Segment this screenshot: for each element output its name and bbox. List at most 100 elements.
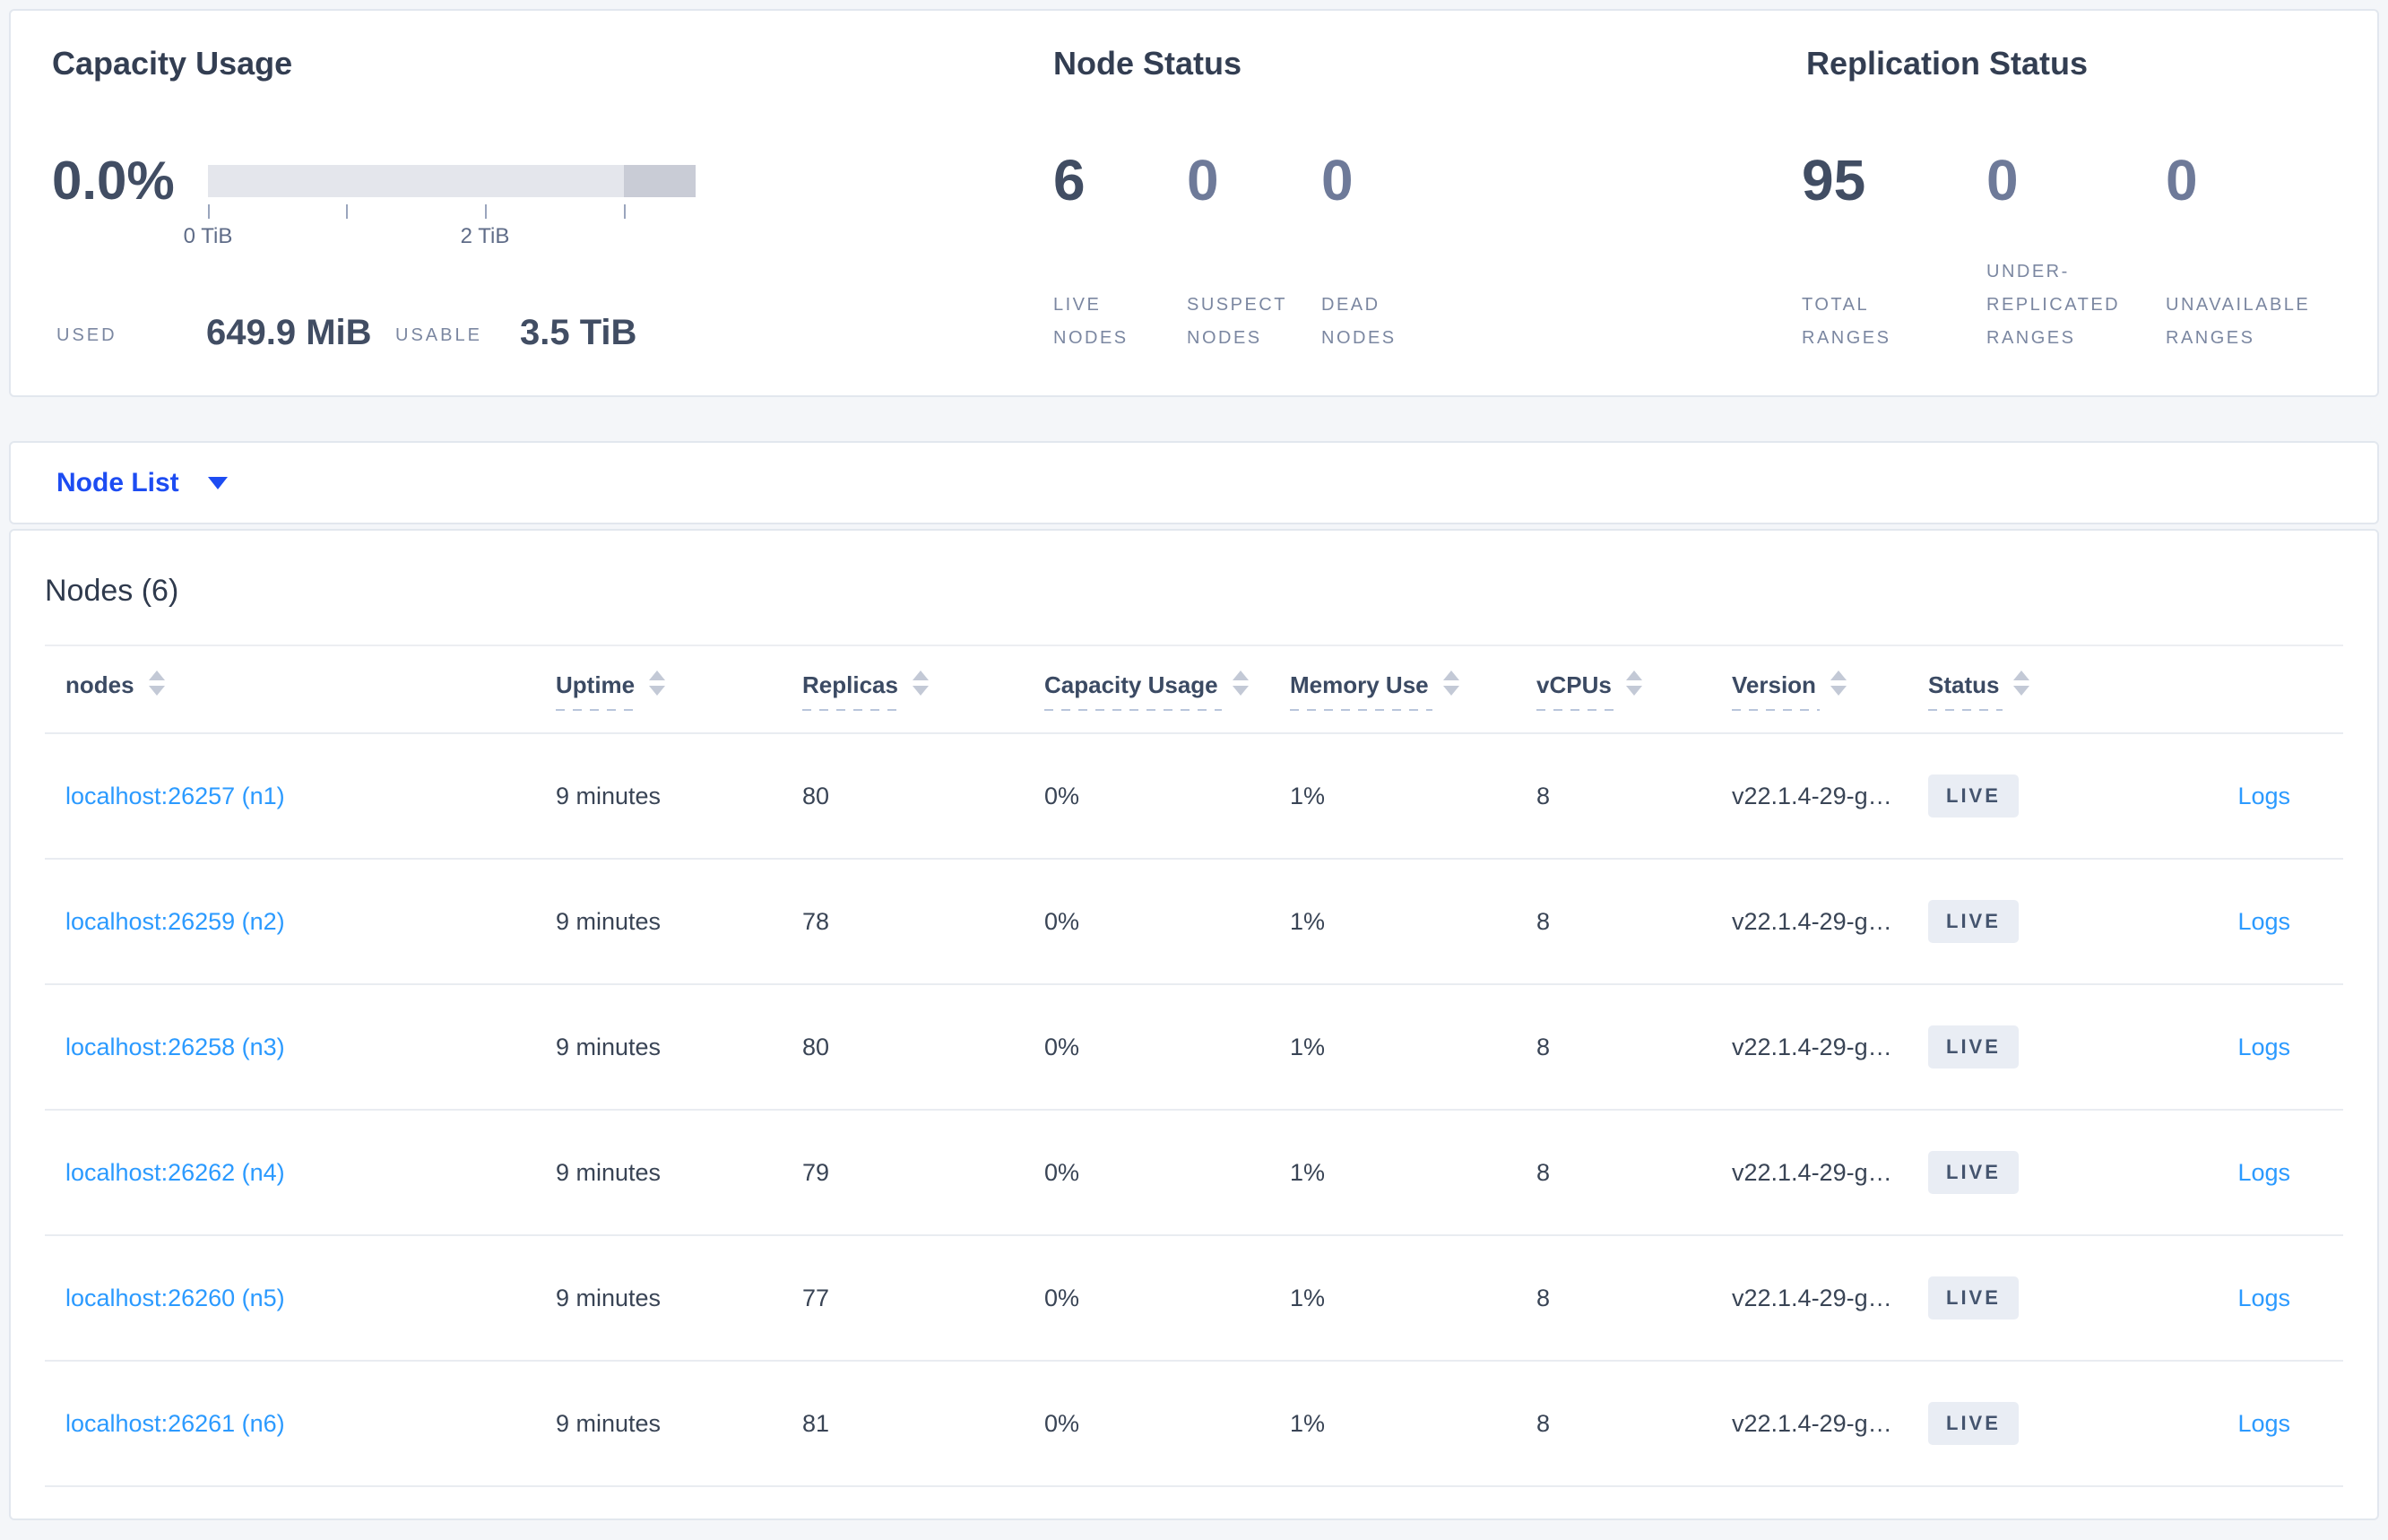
table-row: localhost:26257 (n1) 9 minutes 80 0% 1% … (45, 734, 2343, 860)
table-body: localhost:26257 (n1) 9 minutes 80 0% 1% … (45, 734, 2343, 1487)
nodes-table-title: Nodes (6) (45, 574, 179, 608)
memory-use-cell: 1% (1290, 1158, 1326, 1186)
vcpus-cell: 8 (1536, 1284, 1551, 1311)
capacity-usage-cell: 0% (1044, 1409, 1080, 1437)
replicas-cell: 79 (802, 1158, 830, 1186)
sort-icon (148, 671, 165, 696)
replicas-cell: 80 (802, 782, 830, 809)
sort-icon (1830, 671, 1847, 696)
node-list-dropdown-label: Node List (56, 467, 179, 497)
table-row: localhost:26262 (n4) 9 minutes 79 0% 1% … (45, 1111, 2343, 1236)
table-row: localhost:26259 (n2) 9 minutes 78 0% 1% … (45, 860, 2343, 985)
node-link[interactable]: localhost:26257 (n1) (65, 783, 285, 809)
version-cell: v22.1.4-29-g… (1732, 1409, 1892, 1437)
memory-use-cell: 1% (1290, 907, 1326, 935)
node-link[interactable]: localhost:26258 (n3) (65, 1034, 285, 1060)
capacity-usage-cell: 0% (1044, 907, 1080, 935)
sort-asc-icon (2013, 671, 2030, 680)
capacity-usage-cell: 0% (1044, 1284, 1080, 1311)
status-badge: LIVE (1928, 774, 2019, 818)
status-badge: LIVE (1928, 1025, 2019, 1068)
vcpus-cell: 8 (1536, 1158, 1551, 1186)
logs-link[interactable]: Logs (2237, 1410, 2290, 1437)
node-list-dropdown[interactable]: Node List (56, 467, 228, 497)
column-header[interactable]: Status (1928, 671, 2152, 711)
metric-value: 0 (2166, 148, 2198, 212)
memory-use-cell: 1% (1290, 1284, 1326, 1311)
sort-desc-icon (912, 686, 929, 696)
column-header-label: vCPUs (1536, 673, 1615, 711)
memory-use-cell: 1% (1290, 1409, 1326, 1437)
replicas-cell: 80 (802, 1033, 830, 1060)
uptime-cell: 9 minutes (556, 782, 662, 809)
capacity-usage-cell: 0% (1044, 1033, 1080, 1060)
nodes-table-panel: Nodes (6) nodes Uptime Replicas Capacity… (9, 529, 2379, 1520)
node-link[interactable]: localhost:26262 (n4) (65, 1159, 285, 1186)
vcpus-cell: 8 (1536, 907, 1551, 935)
logs-link[interactable]: Logs (2237, 783, 2290, 809)
column-header[interactable]: Uptime (556, 671, 802, 711)
column-header-label: nodes (65, 671, 134, 698)
version-cell: v22.1.4-29-g… (1732, 782, 1892, 809)
uptime-cell: 9 minutes (556, 1284, 662, 1311)
column-header[interactable]: nodes (65, 671, 556, 711)
status-badge: LIVE (1928, 1402, 2019, 1445)
memory-use-cell: 1% (1290, 1033, 1326, 1060)
logs-link[interactable]: Logs (2237, 1034, 2290, 1060)
logs-link[interactable]: Logs (2237, 908, 2290, 935)
column-header[interactable]: Capacity Usage (1044, 671, 1290, 711)
sort-desc-icon (2013, 686, 2030, 696)
version-cell: v22.1.4-29-g… (1732, 1284, 1892, 1311)
column-header-label: Replicas (802, 673, 902, 711)
node-link[interactable]: localhost:26261 (n6) (65, 1410, 285, 1437)
column-header[interactable]: vCPUs (1536, 671, 1732, 711)
column-header[interactable]: Memory Use (1290, 671, 1536, 711)
vcpus-cell: 8 (1536, 1033, 1551, 1060)
sort-desc-icon (1625, 686, 1642, 696)
sort-desc-icon (148, 686, 165, 696)
replicas-cell: 78 (802, 907, 830, 935)
cluster-overview-panel: Capacity Usage 0.0% 0 TiB 2 TiB USED 649.… (9, 9, 2379, 397)
logs-link[interactable]: Logs (2237, 1285, 2290, 1311)
metric-label: TOTAL RANGES (1802, 295, 1891, 348)
node-link[interactable]: localhost:26259 (n2) (65, 908, 285, 935)
sort-asc-icon (148, 671, 165, 680)
uptime-cell: 9 minutes (556, 907, 662, 935)
sort-asc-icon (649, 671, 666, 680)
sort-icon (1232, 671, 1249, 696)
status-badge: LIVE (1928, 900, 2019, 943)
status-badge: LIVE (1928, 1276, 2019, 1319)
sort-icon (1625, 671, 1642, 696)
sort-asc-icon (912, 671, 929, 680)
sort-desc-icon (1232, 686, 1249, 696)
metric: 0 UNDER-REPLICATED RANGES (1986, 11, 2166, 395)
column-header-label: Status (1928, 673, 2003, 711)
sort-asc-icon (1232, 671, 1249, 680)
version-cell: v22.1.4-29-g… (1732, 1033, 1892, 1060)
metric-label: UNDER-REPLICATED RANGES (1986, 262, 2121, 348)
replicas-cell: 81 (802, 1409, 830, 1437)
sort-desc-icon (649, 686, 666, 696)
node-link[interactable]: localhost:26260 (n5) (65, 1285, 285, 1311)
metric-label: UNAVAILABLE RANGES (2166, 295, 2311, 348)
replication-status-metrics: 95 TOTAL RANGES 0 UNDER-REPLICATED RANGE… (11, 11, 2377, 395)
column-header-label: Uptime (556, 673, 639, 711)
sort-asc-icon (1625, 671, 1642, 680)
logs-link[interactable]: Logs (2237, 1159, 2290, 1186)
sort-icon (2013, 671, 2030, 696)
metric: 0 UNAVAILABLE RANGES (2166, 11, 2372, 395)
column-header-label: Capacity Usage (1044, 673, 1222, 711)
capacity-usage-cell: 0% (1044, 782, 1080, 809)
sort-asc-icon (1442, 671, 1459, 680)
metric: 95 TOTAL RANGES (1802, 11, 1936, 395)
column-header[interactable]: Replicas (802, 671, 1044, 711)
replicas-cell: 77 (802, 1284, 830, 1311)
vcpus-cell: 8 (1536, 782, 1551, 809)
metric-value: 95 (1802, 148, 1866, 212)
column-header-label: Memory Use (1290, 673, 1432, 711)
caret-down-icon (207, 476, 228, 489)
capacity-usage-cell: 0% (1044, 1158, 1080, 1186)
column-header[interactable]: Version (1732, 671, 1928, 711)
sort-icon (912, 671, 929, 696)
table-row: localhost:26261 (n6) 9 minutes 81 0% 1% … (45, 1362, 2343, 1487)
